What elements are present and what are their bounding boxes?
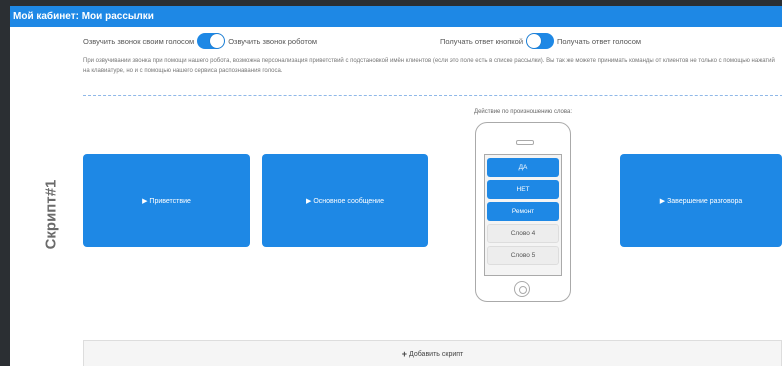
word-button[interactable]: НЕТ [487,180,559,199]
description-text: При озвучивании звонка при помощи нашего… [83,58,775,74]
page-title: Мой кабинет: Мои рассылки [10,6,782,27]
voice-robot-label: Озвучить звонок роботом [228,36,318,46]
main-message-block-button[interactable]: ▶ Основное сообщение [262,154,428,247]
greeting-block-button[interactable]: ▶ Приветствие [83,154,250,247]
word-button[interactable]: Слово 4 [487,224,559,243]
divider [83,95,782,96]
phone-home-button-icon [514,281,530,297]
phone-caption: Действие по произношению слова: [474,109,572,115]
ending-block-button[interactable]: ▶ Завершение разговора [620,154,782,247]
app-window: Мой кабинет: Мои рассылки Озвучить звоно… [10,6,782,366]
phone-speaker-icon [516,140,534,145]
voice-toggle-row: Озвучить звонок своим голосом Озвучить з… [83,33,317,49]
add-script-label: Добавить скрипт [409,350,464,358]
voice-toggle-switch[interactable] [197,33,226,49]
phone-screen: ДА НЕТ Ремонт Слово 4 Слово 5 [484,154,562,276]
word-button[interactable]: Ремонт [487,202,559,221]
voice-own-label: Озвучить звонок своим голосом [83,36,195,46]
word-button[interactable]: Слово 5 [487,246,559,265]
toggle-knob [527,34,542,48]
phone-mockup: ДА НЕТ Ремонт Слово 4 Слово 5 [475,122,571,302]
plus-icon: + [401,349,407,359]
word-button[interactable]: ДА [487,158,559,177]
toggle-knob [210,34,225,48]
add-script-button[interactable]: + Добавить скрипт [83,340,782,366]
reply-toggle-switch[interactable] [526,33,555,49]
reply-button-label: Получать ответ кнопкой [440,36,524,46]
reply-voice-label: Получать ответ голосом [557,36,642,46]
script-label: Скрипт#1 [42,179,60,250]
reply-toggle-row: Получать ответ кнопкой Получать ответ го… [440,33,641,49]
